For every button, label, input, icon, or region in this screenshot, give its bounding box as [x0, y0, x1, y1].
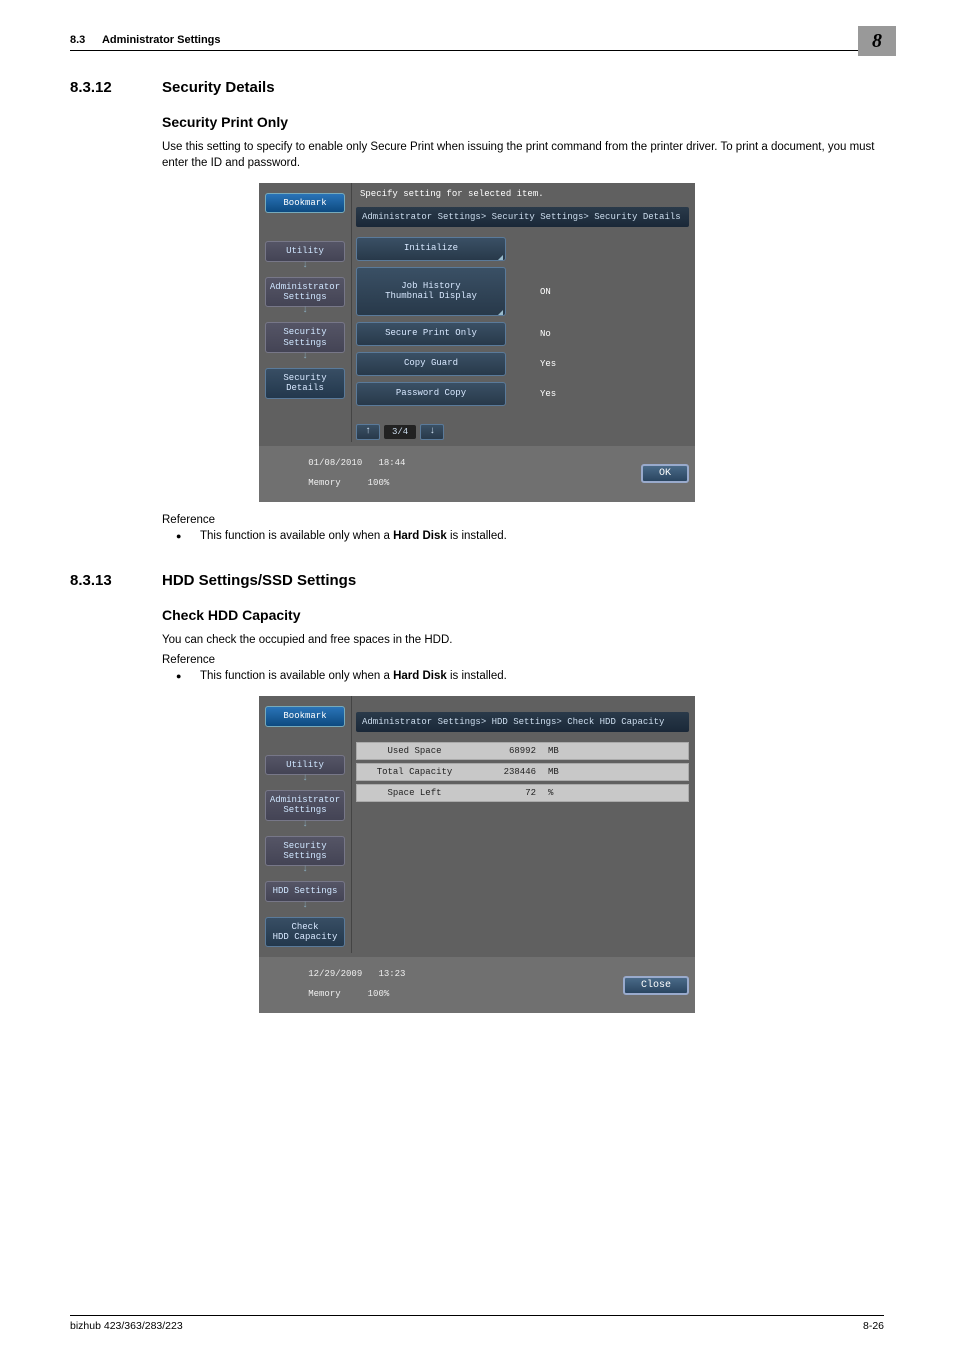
footer-memory-value: 100%	[368, 989, 390, 999]
footer-time: 18:44	[378, 458, 405, 468]
ref-text: This function is available only when a	[200, 530, 393, 542]
page-header: 8.3 Administrator Settings 8	[70, 32, 884, 51]
ref-text: This function is available only when a	[200, 670, 393, 682]
footer-date: 12/29/2009	[308, 969, 362, 979]
sidebar-item-security-settings[interactable]: Security Settings	[265, 322, 345, 353]
chevron-down-icon: ↓	[263, 900, 347, 911]
space-left-label: Space Left	[357, 785, 472, 801]
sidebar-item-utility[interactable]: Utility	[265, 241, 345, 261]
copy-guard-value: Yes	[540, 359, 556, 369]
section-number: 8.3.13	[70, 572, 162, 589]
subsection-title-security-print-only: Security Print Only	[162, 114, 884, 130]
space-left-unit: %	[542, 785, 559, 801]
breadcrumb: Administrator Settings> HDD Settings> Ch…	[356, 712, 689, 732]
initialize-button[interactable]: Initialize	[356, 237, 506, 261]
space-left-value: 72	[472, 785, 542, 801]
instruction-text: Specify setting for selected item.	[356, 187, 689, 207]
header-section-title: Administrator Settings	[102, 34, 221, 46]
used-space-unit: MB	[542, 743, 565, 759]
secure-print-only-value: No	[540, 329, 551, 339]
chevron-down-icon: ↓	[263, 351, 347, 362]
chevron-down-icon: ↓	[263, 305, 347, 316]
page-down-button[interactable]: ↓	[420, 424, 444, 440]
initialize-label: Initialize	[404, 243, 458, 253]
pager: ↑ 3/4 ↓	[356, 424, 444, 440]
password-copy-value: Yes	[540, 389, 556, 399]
row-total-capacity: Total Capacity 238446 MB	[356, 763, 689, 781]
password-copy-button[interactable]: Password Copy	[356, 382, 506, 406]
sidebar-item-security-settings[interactable]: Security Settings	[265, 836, 345, 867]
ok-button[interactable]: OK	[641, 464, 689, 483]
sidebar-item-admin-settings[interactable]: Administrator Settings	[265, 277, 345, 308]
reference-label: Reference	[162, 654, 884, 666]
total-capacity-unit: MB	[542, 764, 565, 780]
reference-item: This function is available only when a H…	[162, 668, 884, 684]
total-capacity-label: Total Capacity	[357, 764, 472, 780]
total-capacity-value: 238446	[472, 764, 542, 780]
section-title: HDD Settings/SSD Settings	[162, 572, 356, 589]
job-history-thumbnail-value: ON	[540, 287, 551, 297]
sidebar-item-security-details[interactable]: Security Details	[265, 368, 345, 399]
header-section-number: 8.3	[70, 34, 85, 46]
chevron-down-icon: ↓	[263, 819, 347, 830]
subsection-title-check-hdd-capacity: Check HDD Capacity	[162, 607, 884, 623]
page-up-button[interactable]: ↑	[356, 424, 380, 440]
footer-page-number: 8-26	[863, 1320, 884, 1332]
footer-time: 13:23	[378, 969, 405, 979]
body-paragraph: Use this setting to specify to enable on…	[162, 140, 884, 171]
secure-print-only-button[interactable]: Secure Print Only	[356, 322, 506, 346]
sidebar-item-hdd-settings[interactable]: HDD Settings	[265, 881, 345, 901]
sidebar-item-admin-settings[interactable]: Administrator Settings	[265, 790, 345, 821]
section-number: 8.3.12	[70, 79, 162, 96]
ref-bold: Hard Disk	[393, 530, 447, 542]
breadcrumb: Administrator Settings> Security Setting…	[356, 207, 689, 227]
job-history-thumbnail-label: Job History Thumbnail Display	[385, 281, 477, 301]
job-history-thumbnail-button[interactable]: Job History Thumbnail Display	[356, 267, 506, 317]
reference-item: This function is available only when a H…	[162, 528, 884, 544]
row-used-space: Used Space 68992 MB	[356, 742, 689, 760]
panel-footer: 12/29/2009 13:23 Memory 100% Close	[259, 957, 695, 1012]
sidebar-item-utility[interactable]: Utility	[265, 755, 345, 775]
chevron-down-icon: ↓	[263, 773, 347, 784]
body-paragraph: You can check the occupied and free spac…	[162, 633, 884, 649]
bookmark-button[interactable]: Bookmark	[265, 706, 345, 726]
sidebar-item-check-hdd-capacity[interactable]: Check HDD Capacity	[265, 917, 345, 948]
section-heading-security-details: 8.3.12 Security Details	[70, 79, 884, 96]
panel-footer: 01/08/2010 18:44 Memory 100% OK	[259, 446, 695, 501]
copy-guard-button[interactable]: Copy Guard	[356, 352, 506, 376]
section-heading-hdd-settings: 8.3.13 HDD Settings/SSD Settings	[70, 572, 884, 589]
footer-memory-label: Memory	[308, 989, 340, 999]
printer-panel-security-details: Bookmark Utility ↓ Administrator Setting…	[259, 183, 695, 502]
used-space-label: Used Space	[357, 743, 472, 759]
chevron-down-icon: ↓	[263, 864, 347, 875]
row-space-left: Space Left 72 %	[356, 784, 689, 802]
chapter-number-box: 8	[858, 26, 896, 56]
ref-bold: Hard Disk	[393, 670, 447, 682]
footer-date: 01/08/2010	[308, 458, 362, 468]
footer-memory-label: Memory	[308, 478, 340, 488]
page-footer: bizhub 423/363/283/223 8-26	[70, 1315, 884, 1332]
footer-memory-value: 100%	[368, 478, 390, 488]
section-title: Security Details	[162, 79, 275, 96]
ref-text: is installed.	[447, 530, 507, 542]
reference-label: Reference	[162, 514, 884, 526]
footer-model: bizhub 423/363/283/223	[70, 1320, 183, 1332]
bookmark-button[interactable]: Bookmark	[265, 193, 345, 213]
used-space-value: 68992	[472, 743, 542, 759]
ref-text: is installed.	[447, 670, 507, 682]
chevron-down-icon: ↓	[263, 260, 347, 271]
printer-panel-check-hdd-capacity: Bookmark Utility ↓ Administrator Setting…	[259, 696, 695, 1013]
page-indicator: 3/4	[384, 425, 416, 439]
close-button[interactable]: Close	[623, 976, 689, 995]
